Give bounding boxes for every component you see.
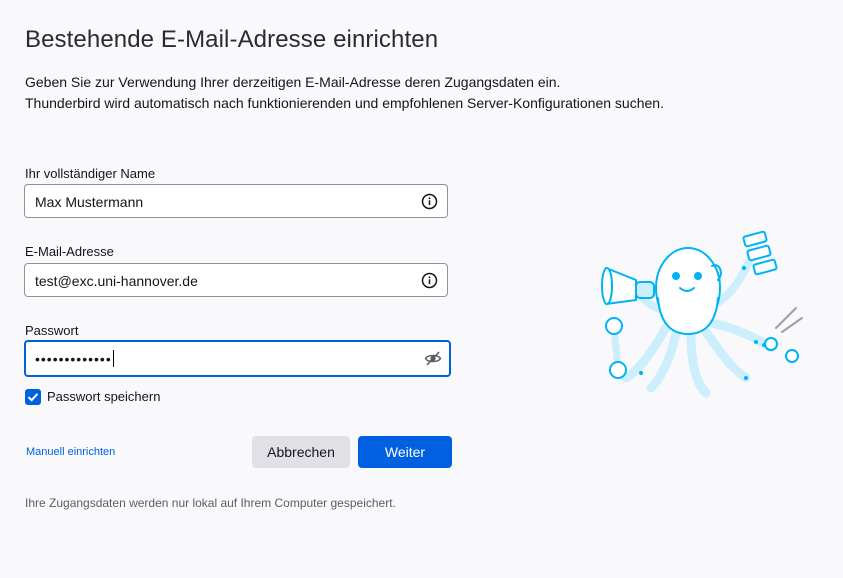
continue-button[interactable]: Weiter — [358, 436, 452, 468]
intro-line-2: Thunderbird wird automatisch nach funkti… — [25, 95, 664, 111]
email-label: E-Mail-Adresse — [25, 244, 114, 259]
email-field[interactable]: test@exc.uni-hannover.de — [24, 263, 448, 297]
name-label: Ihr vollständiger Name — [25, 166, 156, 181]
privacy-note: Ihre Zugangsdaten werden nur lokal auf I… — [25, 496, 396, 510]
password-label: Passwort — [25, 323, 79, 338]
eye-slash-icon[interactable] — [424, 350, 442, 367]
octopus-mascot-illustration — [601, 230, 803, 398]
intro-line-1: Geben Sie zur Verwendung Ihrer derzeitig… — [25, 74, 561, 90]
email-value: test@exc.uni-hannover.de — [35, 273, 198, 289]
text-caret — [112, 350, 114, 367]
intro-text: Geben Sie zur Verwendung Ihrer derzeitig… — [25, 72, 664, 114]
manual-setup-link[interactable]: Manuell einrichten — [26, 446, 115, 458]
check-icon — [27, 393, 39, 402]
name-field[interactable]: Max Mustermann — [24, 184, 448, 218]
name-value: Max Mustermann — [35, 194, 144, 210]
page-title: Bestehende E-Mail-Adresse einrichten — [25, 26, 439, 53]
password-value: ••••••••••••• — [35, 350, 114, 367]
password-field[interactable]: ••••••••••••• — [24, 340, 451, 377]
remember-password-checkbox[interactable] — [25, 389, 41, 405]
cancel-button[interactable]: Abbrechen — [252, 436, 350, 468]
info-icon[interactable] — [421, 272, 438, 289]
info-icon[interactable] — [421, 193, 438, 210]
remember-password-label[interactable]: Passwort speichern — [47, 389, 160, 404]
